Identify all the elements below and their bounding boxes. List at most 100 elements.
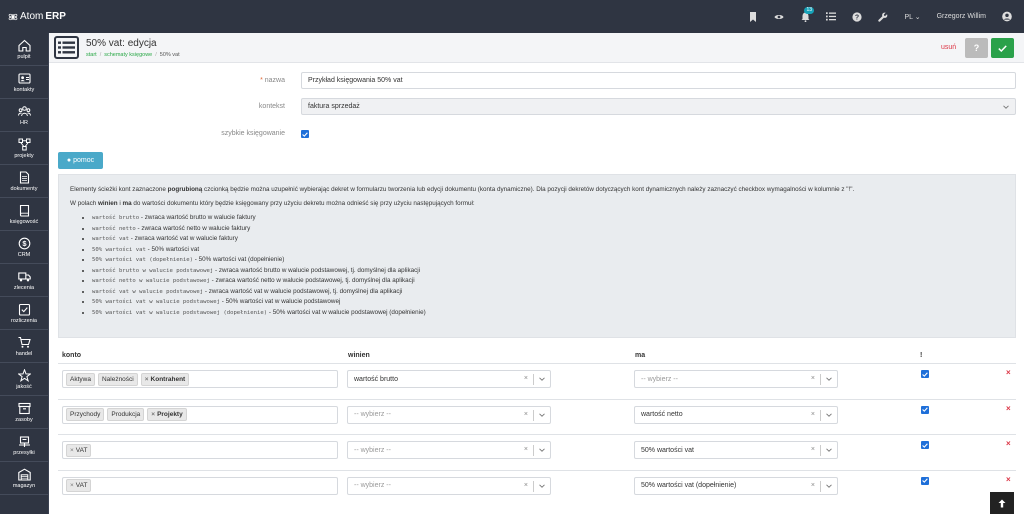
- clear-icon[interactable]: ×: [811, 446, 815, 453]
- sidebar-item-zasoby[interactable]: zasoby: [0, 396, 48, 429]
- credit-select[interactable]: wartość netto ×: [634, 405, 838, 424]
- help-toggle-button[interactable]: ● pomoc: [58, 152, 103, 169]
- chevron-down-icon: [539, 448, 545, 452]
- account-multiselect[interactable]: × VAT: [62, 476, 338, 495]
- account-tag[interactable]: × Projekty: [147, 408, 187, 421]
- remove-tag-icon[interactable]: ×: [145, 376, 149, 383]
- sidebar-item-jakość[interactable]: jakość: [0, 363, 48, 396]
- sidebar-item-CRM[interactable]: $ CRM: [0, 231, 48, 264]
- account-tag[interactable]: × VAT: [66, 479, 92, 492]
- delete-button[interactable]: usuń: [941, 44, 956, 51]
- account-tag[interactable]: × VAT: [66, 443, 92, 457]
- book-icon: [19, 204, 29, 217]
- list-check-icon[interactable]: [826, 12, 837, 22]
- save-button[interactable]: [991, 38, 1014, 58]
- required-checkbox[interactable]: [921, 370, 929, 378]
- debit-select[interactable]: -- wybierz -- ×: [347, 476, 551, 495]
- chevron-down-icon: [539, 412, 545, 417]
- name-input[interactable]: Przykład księgowania 50% vat: [301, 72, 1016, 89]
- account-multiselect[interactable]: Aktywa Należności × Kontrahent: [62, 370, 338, 388]
- sidebar-item-label: HR: [20, 119, 28, 126]
- sidebar-item-kontakty[interactable]: kontakty: [0, 66, 48, 99]
- remove-tag-icon[interactable]: ×: [70, 482, 74, 489]
- checklist-icon: [18, 303, 30, 316]
- sidebar-item-label: księgowość: [9, 218, 39, 225]
- chevron-down-icon: [539, 483, 545, 488]
- table-row: Przychody Produkcja × Projekty -- wybierz --…: [58, 398, 1016, 432]
- credit-select[interactable]: 50% wartości vat ×: [634, 441, 838, 459]
- required-checkbox[interactable]: [921, 441, 929, 449]
- clear-icon[interactable]: ×: [524, 411, 528, 418]
- bookmark-icon[interactable]: [748, 11, 758, 22]
- col-header-account: konto: [62, 352, 82, 359]
- sidebar-item-księgowość[interactable]: księgowość: [0, 198, 48, 231]
- required-checkbox[interactable]: [921, 476, 929, 485]
- wrench-icon[interactable]: [878, 12, 888, 22]
- sidebar-item-dokumenty[interactable]: dokumenty: [0, 165, 48, 198]
- sidebar-item-projekty[interactable]: projekty: [0, 132, 48, 165]
- clear-icon[interactable]: ×: [524, 446, 528, 453]
- clear-icon[interactable]: ×: [524, 375, 528, 382]
- sidebar-item-label: dokumenty: [10, 185, 38, 192]
- credit-select[interactable]: -- wybierz -- ×: [634, 370, 838, 388]
- cart-icon: [18, 336, 31, 348]
- quick-booking-label: szybkie księgowanie: [221, 130, 285, 137]
- formula-code: wartość vat: [92, 236, 130, 242]
- delete-row-icon[interactable]: ×: [1006, 404, 1011, 413]
- account-multiselect[interactable]: Przychody Produkcja × Projekty: [62, 405, 338, 424]
- formula-code: wartość netto: [92, 225, 136, 232]
- avatar[interactable]: [1002, 11, 1012, 22]
- sidebar-item-magazyn[interactable]: magazyn: [0, 462, 48, 495]
- svg-text:?: ?: [855, 14, 859, 21]
- bell-icon[interactable]: 13: [800, 6, 815, 22]
- remove-tag-icon[interactable]: ×: [151, 411, 155, 418]
- logo[interactable]: Atom ERP: [0, 11, 75, 22]
- check-icon: [998, 44, 1007, 52]
- sidebar-item-zlecenia[interactable]: zlecenia: [0, 264, 48, 297]
- credit-select[interactable]: 50% wartości vat (dopełnienie) ×: [634, 476, 838, 495]
- formula-code: 50% wartości vat w walucie podstawowej (…: [92, 309, 268, 316]
- debit-select[interactable]: -- wybierz -- ×: [347, 405, 551, 424]
- clear-icon[interactable]: ×: [811, 482, 815, 489]
- remove-tag-icon[interactable]: ×: [70, 447, 74, 454]
- sidebar-item-handel[interactable]: handel: [0, 330, 48, 363]
- user-menu[interactable]: Grzegorz Willim: [937, 13, 986, 20]
- account-multiselect[interactable]: × VAT: [62, 441, 338, 459]
- clear-icon[interactable]: ×: [811, 411, 815, 418]
- arrow-up-icon: [998, 499, 1006, 507]
- col-header-required: !: [920, 352, 923, 359]
- delete-row-icon[interactable]: ×: [1006, 368, 1011, 377]
- breadcrumb-start[interactable]: start: [86, 52, 97, 58]
- eye-icon[interactable]: [774, 12, 785, 22]
- debit-select[interactable]: -- wybierz -- ×: [347, 441, 551, 459]
- scroll-top-button[interactable]: [990, 492, 1014, 514]
- help-button[interactable]: ?: [965, 38, 988, 58]
- info-paragraph-2: W polach winien i ma do wartości dokumen…: [70, 200, 475, 207]
- sidebar-item-HR[interactable]: HR: [0, 99, 48, 132]
- help-info-box: Elementy ścieżki kont zaznaczone pogrubi…: [58, 174, 1016, 338]
- sidebar-item-rozliczenia[interactable]: rozliczenia: [0, 297, 48, 330]
- formula-item: 50% wartości vat (dopełnienie) - 50% war…: [92, 255, 1004, 266]
- delete-row-icon[interactable]: ×: [1006, 475, 1011, 484]
- account-tag: Aktywa: [66, 372, 95, 386]
- clear-icon[interactable]: ×: [524, 482, 528, 489]
- logo-text: Atom: [20, 11, 44, 22]
- sidebar-item-przesyłki[interactable]: przesyłki: [0, 429, 48, 462]
- table-row: Aktywa Należności × Kontrahent wartość brutt…: [58, 363, 1016, 396]
- clear-icon[interactable]: ×: [811, 375, 815, 382]
- help-circle-icon[interactable]: ?: [852, 11, 863, 22]
- breadcrumb-schemes[interactable]: schematy księgowe: [104, 52, 152, 58]
- language-selector[interactable]: PL ⌄: [904, 13, 920, 21]
- sidebar-item-label: zlecenia: [13, 284, 35, 291]
- formula-desc: - 50% wartości vat w walucie podstawowej: [221, 298, 341, 305]
- formula-desc: - zwraca wartość vat w walucie podstawow…: [204, 287, 403, 295]
- context-select[interactable]: faktura sprzedaż: [301, 98, 1016, 115]
- sidebar-item-label: jakość: [16, 383, 32, 390]
- required-checkbox[interactable]: [921, 405, 929, 414]
- formula-code: wartość netto w walucie podstawowej: [92, 278, 210, 284]
- account-tag[interactable]: × Kontrahent: [140, 372, 190, 386]
- sidebar-item-pulpit[interactable]: pulpit: [0, 33, 48, 66]
- quick-booking-checkbox[interactable]: [301, 130, 309, 138]
- delete-row-icon[interactable]: ×: [1006, 439, 1011, 448]
- debit-select[interactable]: wartość brutto ×: [347, 370, 551, 388]
